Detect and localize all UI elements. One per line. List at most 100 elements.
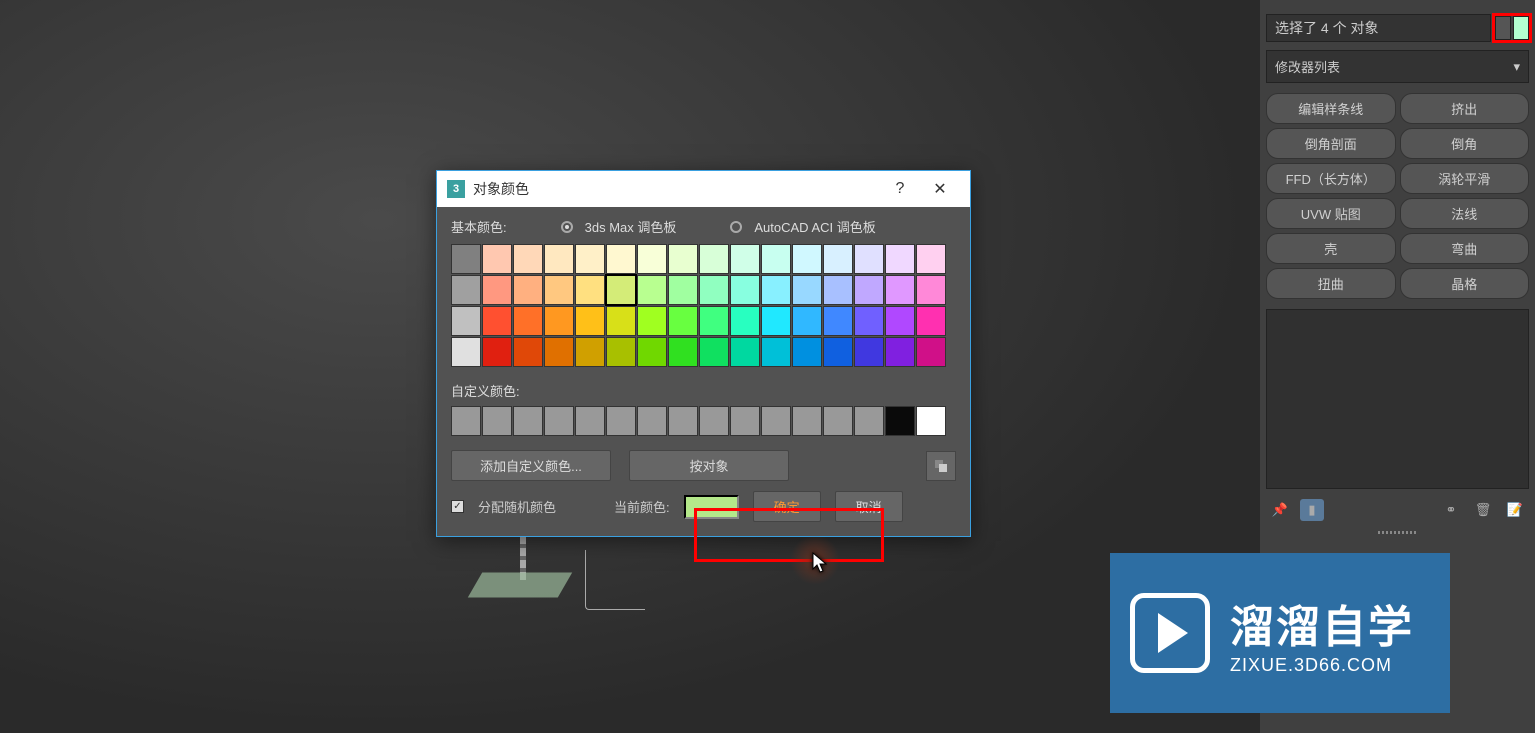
color-swatch[interactable] — [637, 337, 667, 367]
custom-color-swatch[interactable] — [823, 406, 853, 436]
custom-color-swatch[interactable] — [513, 406, 543, 436]
custom-color-swatch[interactable] — [916, 406, 946, 436]
add-custom-color-button[interactable]: 添加自定义颜色... — [451, 450, 611, 481]
show-end-result-icon[interactable]: ▮ — [1300, 499, 1324, 521]
color-swatch[interactable] — [854, 244, 884, 274]
color-swatch[interactable] — [544, 337, 574, 367]
custom-color-swatch[interactable] — [606, 406, 636, 436]
assign-random-checkbox[interactable]: ✓ — [451, 500, 464, 513]
modifier-button[interactable]: 壳 — [1266, 233, 1396, 264]
color-swatch[interactable] — [730, 306, 760, 336]
color-swatch[interactable] — [823, 337, 853, 367]
color-swatch[interactable] — [668, 306, 698, 336]
custom-color-swatch[interactable] — [854, 406, 884, 436]
color-swatch[interactable] — [730, 337, 760, 367]
color-swatch[interactable] — [606, 337, 636, 367]
remove-modifier-icon[interactable]: 🗑 — [1471, 499, 1495, 521]
modifier-button[interactable]: FFD（长方体） — [1266, 163, 1396, 194]
modifier-button[interactable]: 扭曲 — [1266, 268, 1396, 299]
color-swatch[interactable] — [699, 275, 729, 305]
color-swatch[interactable] — [885, 244, 915, 274]
custom-color-swatch[interactable] — [699, 406, 729, 436]
selection-name-input[interactable] — [1266, 14, 1491, 42]
modifier-button[interactable]: 编辑样条线 — [1266, 93, 1396, 124]
color-swatch[interactable] — [575, 275, 605, 305]
configure-sets-icon[interactable]: 📝 — [1503, 499, 1527, 521]
modifier-button[interactable]: 倒角 — [1400, 128, 1530, 159]
radio-3dsmax-palette[interactable] — [561, 221, 573, 233]
color-swatch[interactable] — [513, 275, 543, 305]
custom-color-swatch[interactable] — [668, 406, 698, 436]
color-swatch[interactable] — [575, 244, 605, 274]
modifier-button[interactable]: 涡轮平滑 — [1400, 163, 1530, 194]
custom-color-swatch[interactable] — [451, 406, 481, 436]
color-swatch[interactable] — [761, 306, 791, 336]
cancel-button[interactable]: 取消 — [835, 491, 903, 522]
radio-autocad-palette[interactable] — [730, 221, 742, 233]
color-swatch[interactable] — [885, 337, 915, 367]
color-swatch[interactable] — [482, 337, 512, 367]
custom-color-swatch[interactable] — [761, 406, 791, 436]
modifier-list-dropdown[interactable]: 修改器列表 ▾ — [1266, 50, 1529, 83]
current-color-swatch[interactable] — [1513, 16, 1529, 40]
color-swatch[interactable] — [482, 306, 512, 336]
custom-color-swatch[interactable] — [575, 406, 605, 436]
color-swatch[interactable] — [637, 306, 667, 336]
modifier-button[interactable]: 晶格 — [1400, 268, 1530, 299]
custom-color-swatch[interactable] — [730, 406, 760, 436]
custom-color-swatch[interactable] — [637, 406, 667, 436]
color-swatch[interactable] — [699, 306, 729, 336]
color-swatch[interactable] — [854, 337, 884, 367]
color-swatch[interactable] — [699, 337, 729, 367]
modifier-button[interactable]: UVW 贴图 — [1266, 198, 1396, 229]
ok-button[interactable]: 确定 — [753, 491, 821, 522]
command-panel-tabs[interactable] — [1260, 0, 1535, 10]
color-swatch[interactable] — [854, 306, 884, 336]
color-swatch[interactable] — [668, 275, 698, 305]
color-swatch[interactable] — [823, 306, 853, 336]
color-swatch[interactable] — [544, 244, 574, 274]
color-swatch[interactable] — [823, 244, 853, 274]
color-swatch[interactable] — [916, 244, 946, 274]
color-swatch[interactable] — [482, 244, 512, 274]
color-swatch[interactable] — [451, 337, 481, 367]
color-swatch[interactable] — [513, 337, 543, 367]
color-swatch[interactable] — [637, 275, 667, 305]
color-swatch[interactable] — [668, 337, 698, 367]
custom-color-swatch[interactable] — [482, 406, 512, 436]
color-swatch[interactable] — [761, 244, 791, 274]
color-swatch[interactable] — [606, 306, 636, 336]
color-swatch[interactable] — [482, 275, 512, 305]
color-swatch[interactable] — [761, 337, 791, 367]
color-swatch[interactable] — [916, 275, 946, 305]
color-swatch[interactable] — [792, 306, 822, 336]
color-swatch[interactable] — [513, 244, 543, 274]
help-button[interactable]: ? — [880, 171, 920, 207]
color-swatch[interactable] — [854, 275, 884, 305]
modifier-stack[interactable] — [1266, 309, 1529, 489]
color-swatch[interactable] — [916, 306, 946, 336]
custom-color-swatch[interactable] — [885, 406, 915, 436]
close-button[interactable]: ✕ — [920, 171, 960, 207]
color-swatch[interactable] — [513, 306, 543, 336]
color-swatch[interactable] — [606, 244, 636, 274]
dialog-titlebar[interactable]: 3 对象颜色 ? ✕ — [437, 171, 970, 207]
current-color-preview[interactable] — [684, 495, 739, 519]
color-swatch[interactable] — [637, 244, 667, 274]
color-swatch[interactable] — [792, 337, 822, 367]
color-swatch[interactable] — [823, 275, 853, 305]
color-swatch[interactable] — [575, 337, 605, 367]
color-swatch[interactable] — [544, 275, 574, 305]
color-swatch[interactable] — [761, 275, 791, 305]
color-swatch[interactable] — [451, 244, 481, 274]
custom-color-swatch[interactable] — [792, 406, 822, 436]
modifier-button[interactable]: 挤出 — [1400, 93, 1530, 124]
color-swatch[interactable] — [606, 275, 636, 305]
color-swatch[interactable] — [575, 306, 605, 336]
color-swatch[interactable] — [885, 306, 915, 336]
make-unique-icon[interactable]: ⚭ — [1439, 499, 1463, 521]
color-swatch[interactable] — [916, 337, 946, 367]
color-swatch[interactable] — [544, 306, 574, 336]
panel-drag-handle[interactable] — [1260, 527, 1535, 538]
modifier-button[interactable]: 法线 — [1400, 198, 1530, 229]
